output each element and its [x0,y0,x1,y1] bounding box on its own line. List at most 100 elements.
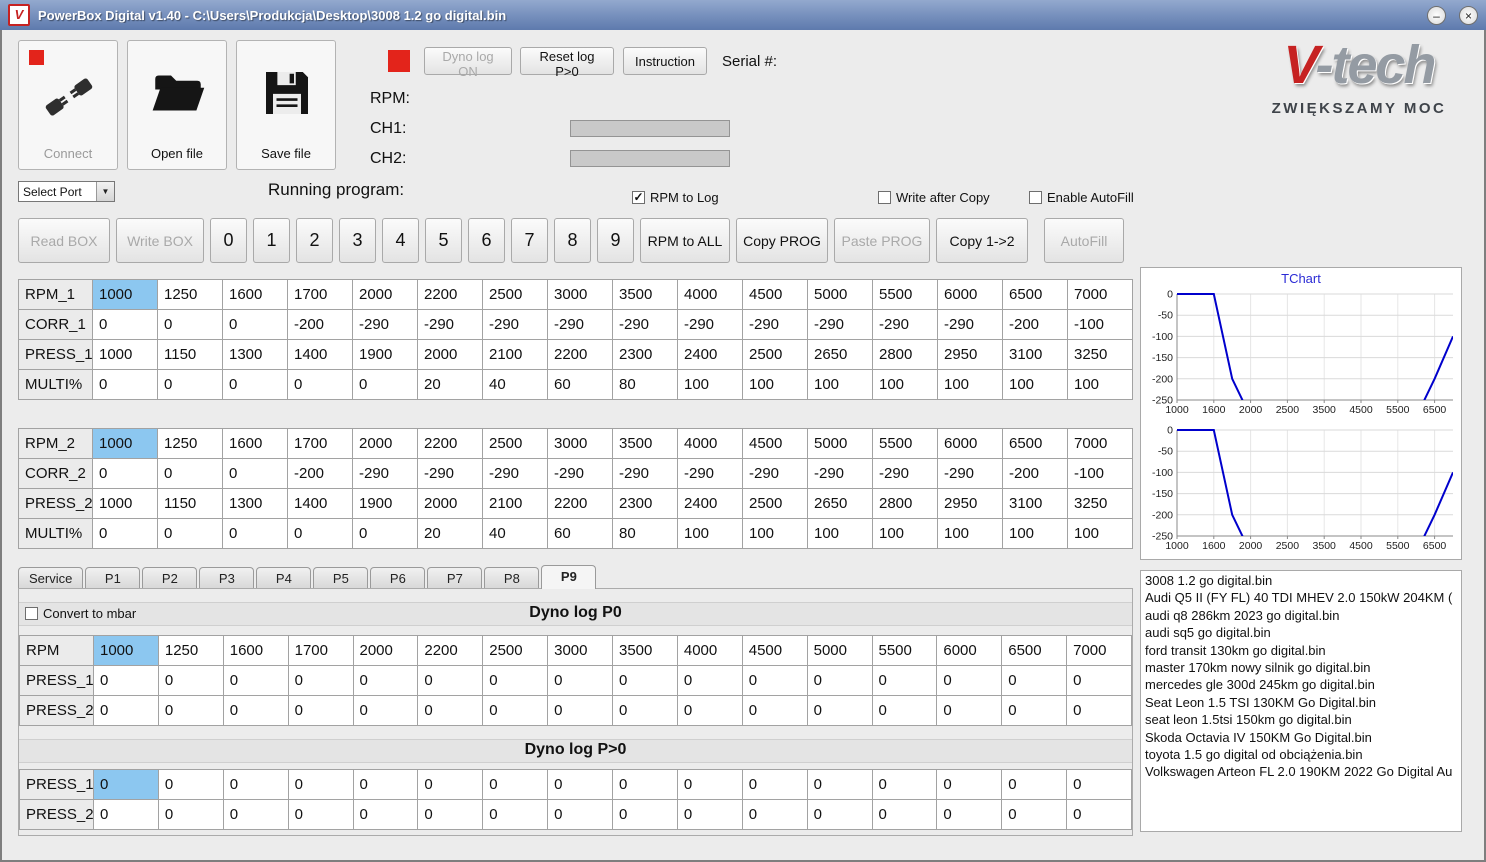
cell[interactable]: 0 [93,695,159,726]
cell[interactable]: 0 [482,695,549,726]
cell[interactable]: 4000 [677,279,743,310]
cell[interactable]: 0 [612,799,678,830]
cell[interactable]: 100 [807,518,873,549]
file-list-item[interactable]: Seat Leon 1.5 TSI 130KM Go Digital.bin [1141,694,1461,711]
cell[interactable]: 1000 [92,488,158,519]
cell[interactable]: -290 [352,309,418,340]
cell[interactable]: 0 [157,769,224,800]
cell[interactable]: -290 [807,309,873,340]
cell[interactable]: 3500 [612,428,678,459]
cell[interactable]: -100 [1067,458,1133,489]
cell[interactable]: 100 [677,518,743,549]
program-button-8[interactable]: 8 [554,218,591,263]
cell[interactable]: 3000 [547,279,613,310]
cell[interactable]: -200 [287,458,353,489]
autofill-button[interactable]: AutoFill [1044,218,1124,263]
cell[interactable]: 2100 [482,488,548,519]
program-button-3[interactable]: 3 [339,218,376,263]
cell[interactable]: 1000 [93,635,159,666]
cell[interactable]: 2000 [352,428,418,459]
cell[interactable]: 0 [352,799,419,830]
cell[interactable]: 0 [806,665,873,696]
cell[interactable]: 100 [937,518,1003,549]
cell[interactable]: 3100 [1002,488,1068,519]
cell[interactable]: 2200 [417,428,483,459]
cell[interactable]: 3500 [612,279,678,310]
cell[interactable]: 1000 [92,279,158,310]
cell[interactable]: 1150 [157,339,223,370]
cell[interactable]: 0 [1066,769,1132,800]
cell[interactable]: 0 [287,769,354,800]
rpm-to-all-button[interactable]: RPM to ALL [640,218,730,263]
cell[interactable]: 0 [482,799,549,830]
cell[interactable]: 5000 [806,635,873,666]
cell[interactable]: 5500 [872,279,938,310]
cell[interactable]: 0 [936,665,1003,696]
tab-service[interactable]: Service [18,567,84,589]
cell[interactable]: 0 [352,769,419,800]
cell[interactable]: 0 [417,799,484,830]
cell[interactable]: 3250 [1067,339,1133,370]
cell[interactable]: 100 [742,518,808,549]
cell[interactable]: 1600 [222,428,288,459]
cell[interactable]: -290 [547,309,613,340]
cell[interactable]: 2000 [417,339,483,370]
cell[interactable]: 0 [741,769,808,800]
cell[interactable]: 0 [1066,665,1132,696]
cell[interactable]: -290 [807,458,873,489]
cell[interactable]: 0 [1001,665,1068,696]
tab-p5[interactable]: P5 [313,567,369,589]
cell[interactable]: -290 [677,458,743,489]
cell[interactable]: 2500 [482,635,549,666]
cell[interactable]: 20 [417,518,483,549]
file-list-item[interactable]: audi q8 286km 2023 go digital.bin [1141,607,1461,624]
cell[interactable]: 3000 [547,635,613,666]
copy-1-to-2-button[interactable]: Copy 1->2 [936,218,1028,263]
cell[interactable]: 100 [677,369,743,400]
cell[interactable]: 0 [222,665,289,696]
cell[interactable]: 2400 [677,488,743,519]
tab-p8[interactable]: P8 [484,567,540,589]
cell[interactable]: 0 [417,769,484,800]
cell[interactable]: 100 [742,369,808,400]
cell[interactable]: 0 [417,665,484,696]
file-list-item[interactable]: mercedes gle 300d 245km go digital.bin [1141,676,1461,693]
cell[interactable]: 1000 [92,428,158,459]
cell[interactable]: 2000 [352,279,418,310]
cell[interactable]: -290 [612,458,678,489]
file-list-item[interactable]: ford transit 130km go digital.bin [1141,642,1461,659]
open-file-button[interactable]: Open file [127,40,227,170]
cell[interactable]: 1150 [157,488,223,519]
program-button-1[interactable]: 1 [253,218,290,263]
cell[interactable]: 2300 [612,488,678,519]
cell[interactable]: 2950 [937,339,1003,370]
cell[interactable]: 100 [1067,369,1133,400]
file-list[interactable]: 3008 1.2 go digital.bin Audi Q5 II (FY FL… [1140,570,1462,832]
cell[interactable]: 0 [352,518,418,549]
cell[interactable]: 2500 [742,488,808,519]
cell[interactable]: 60 [547,518,613,549]
save-file-button[interactable]: Save file [236,40,336,170]
file-list-item[interactable]: audi sq5 go digital.bin [1141,624,1461,641]
cell[interactable]: 2500 [482,428,548,459]
cell[interactable]: 6500 [1002,279,1068,310]
cell[interactable]: 1700 [287,635,354,666]
cell[interactable]: 0 [547,665,613,696]
cell[interactable]: -100 [1067,309,1133,340]
cell[interactable]: 0 [157,458,223,489]
tab-p7[interactable]: P7 [427,567,483,589]
program-button-2[interactable]: 2 [296,218,333,263]
cell[interactable]: 100 [937,369,1003,400]
cell[interactable]: 0 [1066,695,1132,726]
cell[interactable]: 5000 [807,428,873,459]
cell[interactable]: 40 [482,518,548,549]
cell[interactable]: 1700 [287,428,353,459]
cell[interactable]: 0 [417,695,484,726]
cell[interactable]: 4000 [676,635,743,666]
cell[interactable]: 4500 [742,279,808,310]
file-list-item[interactable]: Audi Q5 II (FY FL) 40 TDI MHEV 2.0 150kW… [1141,589,1461,606]
cell[interactable]: -290 [677,309,743,340]
cell[interactable]: 80 [612,518,678,549]
cell[interactable]: 6000 [937,428,1003,459]
cell[interactable]: 100 [1067,518,1133,549]
